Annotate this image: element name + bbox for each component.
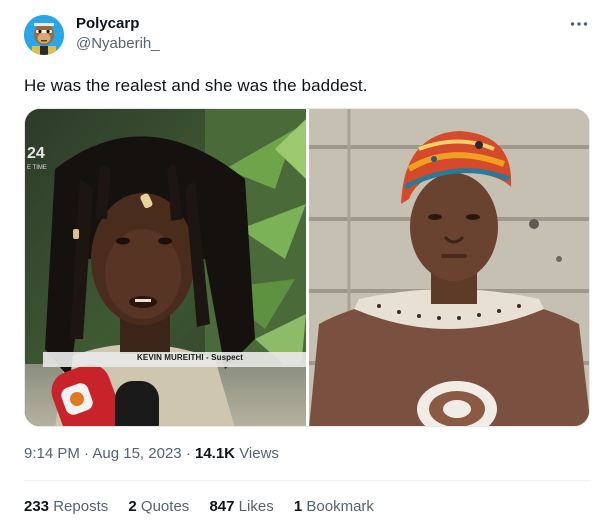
likes-label: Likes bbox=[238, 498, 274, 515]
reposts-stat[interactable]: 233 Reposts bbox=[24, 498, 108, 515]
reposts-count: 233 bbox=[24, 498, 50, 515]
avatar[interactable] bbox=[24, 15, 64, 55]
suspect-photo bbox=[25, 109, 306, 426]
channel-sub: E TIME bbox=[27, 165, 47, 171]
tweet-meta: 9:14 PM · Aug 15, 2023 · 14.1K Views bbox=[24, 445, 279, 462]
quotes-label: Quotes bbox=[140, 498, 190, 515]
bookmarks-stat[interactable]: 1 Bookmark bbox=[294, 498, 374, 515]
divider bbox=[24, 480, 590, 481]
tweet-date[interactable]: Aug 15, 2023 bbox=[92, 445, 181, 462]
media-grid: 24 E TIME KEVIN MUREITHI - Suspect bbox=[24, 108, 590, 427]
handle[interactable]: @Nyaberih_ bbox=[76, 35, 160, 52]
more-horizontal-icon bbox=[570, 22, 588, 26]
ape-nft-avatar-icon bbox=[24, 15, 64, 55]
quotes-stat[interactable]: 2 Quotes bbox=[128, 498, 189, 515]
tweet-card: Polycarp @Nyaberih_ He was the realest a… bbox=[0, 0, 609, 524]
media-photo-right[interactable] bbox=[309, 109, 589, 426]
tweet-text: He was the realest and she was the badde… bbox=[24, 76, 368, 95]
bookmarks-count: 1 bbox=[293, 498, 303, 515]
reposts-label: Reposts bbox=[53, 498, 109, 515]
display-name[interactable]: Polycarp bbox=[76, 15, 139, 32]
bookmarks-label: Bookmark bbox=[306, 498, 374, 515]
tweet-time[interactable]: 9:14 PM bbox=[24, 445, 80, 462]
likes-count: 847 bbox=[209, 498, 235, 515]
channel-number: 24 bbox=[27, 145, 45, 162]
media-photo-left[interactable]: 24 E TIME KEVIN MUREITHI - Suspect bbox=[25, 109, 306, 426]
woman-photo bbox=[309, 109, 589, 426]
meta-separator: · bbox=[185, 445, 195, 462]
news-lower-third: KEVIN MUREITHI - Suspect bbox=[43, 352, 306, 367]
more-options-button[interactable] bbox=[567, 14, 591, 34]
views-count: 14.1K bbox=[194, 445, 236, 462]
likes-stat[interactable]: 847 Likes bbox=[209, 498, 273, 515]
quotes-count: 2 bbox=[128, 498, 137, 515]
lower-third-text: KEVIN MUREITHI - Suspect bbox=[137, 353, 243, 362]
tweet-stats: 233 Reposts 2 Quotes 847 Likes 1 Bookmar… bbox=[24, 498, 390, 515]
views-label: Views bbox=[239, 445, 279, 462]
